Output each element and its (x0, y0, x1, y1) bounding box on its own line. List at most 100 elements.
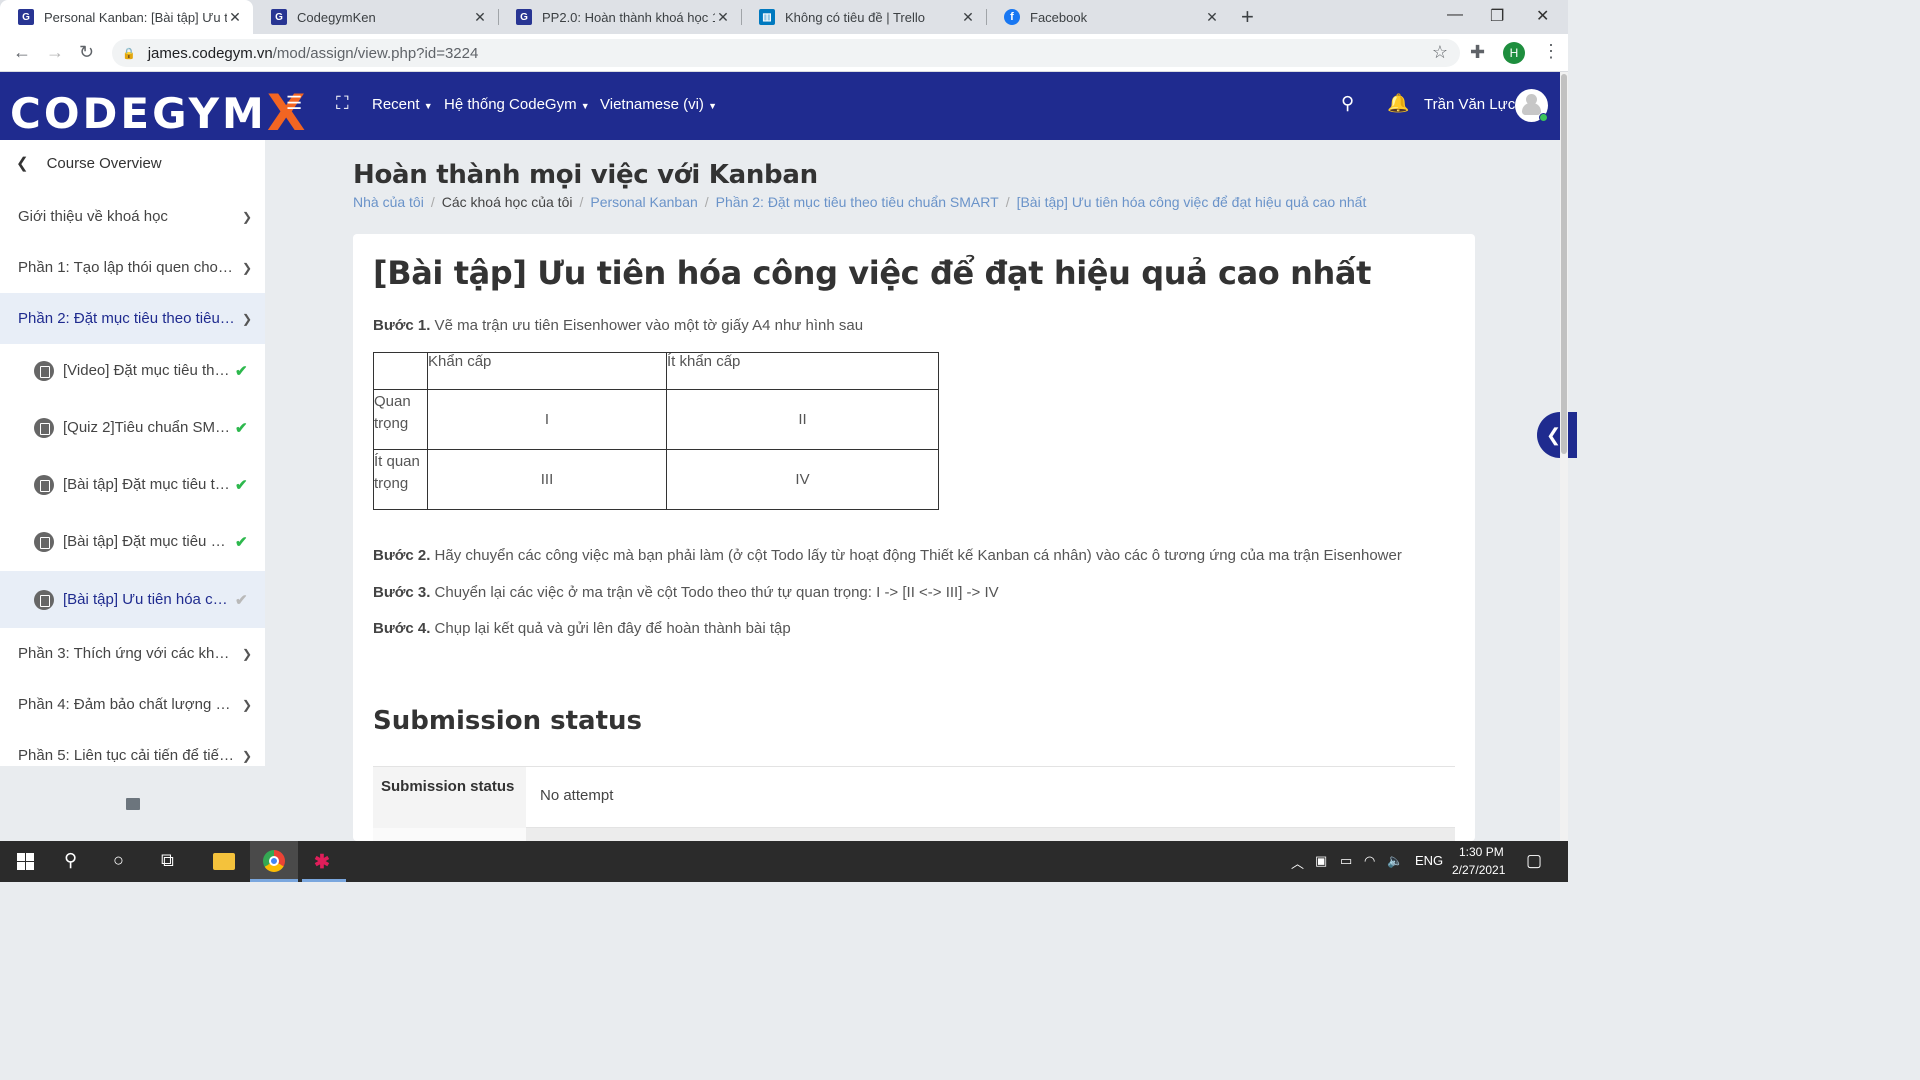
step-4-label: Bước 4. (373, 620, 431, 637)
matrix-col-header: Ít khẩn cấp (666, 352, 939, 390)
sidebar-section-label: Phần 5: Liên tục cải tiến để tiến bộ (18, 747, 236, 764)
file-explorer-icon[interactable] (213, 853, 235, 870)
completed-check-icon: ✔ (235, 476, 248, 494)
sidebar-activity-label: [Bài tập] Ưu tiên hóa công việc để đạt h… (63, 591, 231, 608)
step-2-text: Hãy chuyển các công việc mà bạn phải làm… (430, 547, 1402, 564)
user-name[interactable]: Trần Văn Lực (1424, 96, 1515, 113)
codegym-system-menu[interactable]: Hệ thống CodeGym ▼ (444, 96, 590, 113)
sidebar-section-active[interactable]: Phần 2: Đặt mục tiêu theo tiêu chuẩn SMA… (0, 293, 265, 344)
sidebar-section[interactable]: Giới thiệu về khoá học ❯ (0, 191, 265, 242)
page-scrollbar[interactable] (1560, 72, 1568, 841)
bookmark-star-icon[interactable]: ☆ (1432, 42, 1448, 63)
assignment-title: [Bài tập] Ưu tiên hóa công việc để đạt h… (373, 254, 1371, 292)
online-status-dot (1539, 113, 1548, 122)
chevron-right-icon: ❯ (242, 697, 253, 712)
browser-menu-icon[interactable]: ⋮ (1542, 41, 1560, 62)
eisenhower-matrix-table: Khẩn cấp Ít khẩn cấp Quan trọng I II Ít … (373, 352, 939, 510)
sidebar-activity[interactable]: [Bài tập] Đặt mục tiêu theo SMART ✔ (0, 456, 265, 513)
submission-status-label: Submission status (373, 767, 526, 828)
browser-tab[interactable]: ▥ Không có tiêu đề | Trello ✕ (741, 0, 986, 34)
matrix-cell: III (427, 449, 667, 510)
recent-menu[interactable]: Recent ▼ (372, 96, 433, 113)
hamburger-menu-icon[interactable]: ☰ (286, 93, 302, 114)
sidebar-activity[interactable]: [Bài tập] Đặt mục tiêu cá nhân ✔ (0, 513, 265, 570)
extensions-puzzle-icon[interactable]: ✚ (1470, 42, 1485, 63)
show-hidden-icons-icon[interactable]: ︿ (1291, 853, 1304, 872)
codegym-logo[interactable]: CODEGYMX (10, 82, 308, 142)
sidebar-activity-label: [Bài tập] Đặt mục tiêu theo SMART (63, 476, 231, 493)
submission-table-next-row (373, 828, 1455, 841)
breadcrumb: Nhà của tôi / Các khoá học của tôi / Persona… (353, 194, 1366, 210)
restore-window-icon[interactable]: ❐ (1490, 6, 1504, 26)
browser-tab[interactable]: f Facebook ✕ (986, 0, 1230, 34)
close-tab-icon[interactable]: ✕ (1204, 9, 1220, 26)
back-arrow-icon[interactable]: ← (13, 42, 31, 63)
breadcrumb-link[interactable]: [Bài tập] Ưu tiên hóa công việc để đạt h… (1017, 194, 1367, 210)
codegym-favicon-icon: G (18, 9, 34, 25)
browser-tab[interactable]: G PP2.0: Hoàn thành khoá học 1 trê ✕ (498, 0, 741, 34)
sidebar-section-label: Phần 1: Tạo lập thói quen cho bản thân (18, 259, 236, 276)
close-tab-icon[interactable]: ✕ (227, 9, 243, 26)
wifi-icon[interactable]: ◠ (1364, 853, 1375, 869)
notification-center-icon[interactable]: ▢ (1526, 851, 1542, 871)
browser-tab[interactable]: G CodegymKen ✕ (253, 0, 498, 34)
close-window-icon[interactable]: ✕ (1536, 6, 1549, 26)
meet-now-icon[interactable]: ▣ (1315, 853, 1327, 869)
language-menu-label: Vietnamese (vi) (600, 96, 704, 113)
task-view-icon[interactable]: ⧉ (161, 850, 174, 871)
windows-start-icon[interactable] (17, 853, 34, 870)
course-overview-link[interactable]: ❮ Course Overview (16, 154, 162, 172)
sidebar-activity[interactable]: [Video] Đặt mục tiêu theo tiêu chuẩn SMA… (0, 342, 265, 399)
reload-icon[interactable]: ↻ (79, 42, 94, 63)
close-tab-icon[interactable]: ✕ (960, 9, 976, 26)
volume-icon[interactable]: 🔈 (1387, 853, 1403, 869)
slack-icon[interactable]: ✱ (314, 851, 330, 874)
step-3-label: Bước 3. (373, 584, 431, 601)
breadcrumb-link[interactable]: Phần 2: Đặt mục tiêu theo tiêu chuẩn SMA… (716, 194, 999, 210)
assignment-activity-icon (34, 531, 54, 552)
step-4-text: Chụp lại kết quả và gửi lên đây để hoàn … (430, 620, 791, 637)
quiz-activity-icon (34, 417, 54, 438)
sidebar-section[interactable]: Phần 1: Tạo lập thói quen cho bản thân ❯ (0, 242, 265, 293)
battery-icon[interactable]: ▭ (1340, 853, 1352, 869)
breadcrumb-separator: / (579, 194, 584, 210)
archive-icon[interactable] (126, 798, 140, 810)
chevron-right-icon: ❯ (242, 311, 253, 326)
codegym-favicon-icon: G (271, 9, 287, 25)
minimize-window-icon[interactable]: — (1447, 6, 1463, 24)
submission-status-row: Submission status No attempt (373, 766, 1455, 828)
breadcrumb-link[interactable]: Nhà của tôi (353, 194, 424, 210)
sidebar-section[interactable]: Phần 3: Thích ứng với các khó khăn ❯ (0, 628, 265, 679)
clock-date[interactable]: 2/27/2021 (1452, 863, 1505, 877)
search-icon[interactable]: ⚲ (64, 850, 77, 871)
notification-bell-icon[interactable]: 🔔 (1387, 93, 1409, 114)
sidebar-section[interactable]: Phần 4: Đảm bảo chất lượng công việc ❯ (0, 679, 265, 730)
matrix-cell: II (666, 389, 939, 450)
sidebar-activity[interactable]: [Quiz 2]Tiêu chuẩn SMART ✔ (0, 399, 265, 456)
submission-status-value: No attempt (540, 787, 614, 804)
breadcrumb-separator: / (430, 194, 435, 210)
fullscreen-icon[interactable]: ⛶ (336, 93, 349, 114)
breadcrumb-link[interactable]: Personal Kanban (590, 194, 697, 210)
forward-arrow-icon[interactable]: → (46, 42, 64, 63)
tab-title: PP2.0: Hoàn thành khoá học 1 trê (542, 9, 715, 25)
sidebar-activity-current[interactable]: [Bài tập] Ưu tiên hóa công việc để đạt h… (0, 571, 265, 628)
chevron-left-drawer-toggle-icon[interactable]: ❮ (1537, 412, 1577, 458)
step-3-text: Chuyển lại các việc ở ma trận về cột Tod… (430, 584, 999, 601)
chrome-icon[interactable] (263, 850, 285, 872)
scrollbar-thumb[interactable] (1561, 74, 1567, 454)
cortana-circle-icon[interactable]: ○ (113, 850, 124, 871)
codegym-favicon-icon: G (516, 9, 532, 25)
close-tab-icon[interactable]: ✕ (715, 9, 731, 26)
search-icon[interactable]: ⚲ (1341, 93, 1354, 114)
url-field[interactable]: 🔒 james.codegym.vn/mod/assign/view.php?i… (112, 39, 1460, 67)
close-tab-icon[interactable]: ✕ (472, 9, 488, 26)
codegym-system-menu-label: Hệ thống CodeGym (444, 96, 577, 113)
input-language[interactable]: ENG (1415, 853, 1443, 868)
browser-profile-avatar[interactable]: H (1503, 42, 1525, 64)
browser-tab-active[interactable]: G Personal Kanban: [Bài tập] Ưu tiê ✕ (0, 0, 253, 34)
new-tab-icon[interactable]: + (1241, 4, 1254, 30)
clock-time[interactable]: 1:30 PM (1459, 845, 1504, 859)
language-menu[interactable]: Vietnamese (vi) ▼ (600, 96, 717, 113)
tab-title: CodegymKen (297, 9, 376, 25)
